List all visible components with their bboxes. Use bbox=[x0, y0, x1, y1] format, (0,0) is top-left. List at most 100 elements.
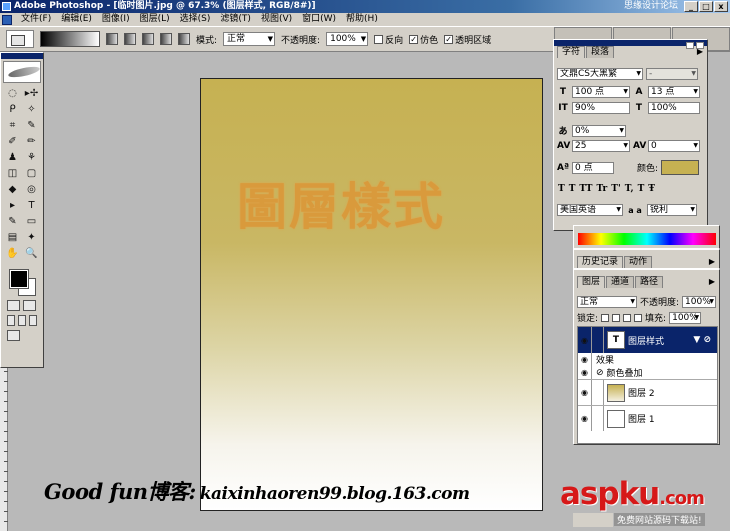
toolbox-title-bar[interactable] bbox=[1, 53, 43, 59]
layer-link-icon[interactable] bbox=[592, 380, 604, 405]
angle-gradient-button[interactable] bbox=[142, 33, 154, 45]
layer-row-1[interactable]: ◉ 图层 1 bbox=[578, 405, 717, 431]
tsume-field[interactable]: 0% bbox=[572, 124, 626, 137]
tool-preset-picker[interactable] bbox=[6, 30, 34, 48]
opacity-field[interactable]: 100% bbox=[326, 32, 369, 46]
transparency-checkbox[interactable]: ✓ 透明区域 bbox=[444, 33, 491, 46]
move-tool-icon[interactable]: ▸✢ bbox=[23, 86, 41, 101]
gradient-tool-icon[interactable]: ▢ bbox=[23, 166, 41, 181]
tab-layers[interactable]: 图层 bbox=[577, 276, 606, 288]
screen-mode-full-menu-button[interactable] bbox=[18, 315, 26, 326]
tab-paths[interactable]: 路径 bbox=[635, 276, 664, 288]
lock-image-icon[interactable] bbox=[612, 313, 621, 322]
shape-tool-icon[interactable]: ▭ bbox=[23, 214, 41, 229]
dodge-tool-icon[interactable]: ◎ bbox=[23, 182, 41, 197]
font-family-select[interactable]: 文鼎CS大黑繁 bbox=[557, 68, 643, 80]
panel-close-icon[interactable] bbox=[696, 42, 704, 49]
antialias-select[interactable]: 锐利 bbox=[647, 204, 697, 216]
tab-paragraph[interactable]: 段落 bbox=[586, 46, 615, 58]
tab-channels[interactable]: 通道 bbox=[606, 276, 635, 288]
menu-file[interactable]: 文件(F) bbox=[16, 13, 56, 26]
layer-row-2[interactable]: ◉ 图层 2 bbox=[578, 379, 717, 405]
font-style-select[interactable]: - bbox=[646, 68, 698, 80]
eye-icon[interactable]: ◉ bbox=[578, 380, 592, 405]
faux-italic-button[interactable]: T bbox=[569, 184, 576, 194]
color-spectrum[interactable] bbox=[578, 233, 716, 245]
eyedropper-tool-icon[interactable]: ✦ bbox=[23, 230, 41, 245]
menu-select[interactable]: 选择(S) bbox=[175, 13, 216, 26]
layer-row-text[interactable]: ◉ T 图层样式 ▼ ⊘ bbox=[578, 327, 717, 353]
history-brush-tool-icon[interactable]: ⚘ bbox=[23, 150, 41, 165]
document-canvas[interactable]: 圖層樣式 bbox=[200, 78, 543, 511]
jump-to-imageready-button[interactable] bbox=[7, 330, 20, 341]
foreground-color-swatch[interactable] bbox=[9, 269, 29, 289]
reflected-gradient-button[interactable] bbox=[160, 33, 172, 45]
tab-history[interactable]: 历史记录 bbox=[577, 256, 624, 268]
layer-link-icon[interactable] bbox=[592, 406, 604, 431]
blend-mode-select[interactable]: 正常 bbox=[577, 295, 637, 308]
eye-icon[interactable]: ◉ bbox=[578, 353, 592, 366]
layer-opacity-field[interactable]: 100% bbox=[682, 295, 717, 308]
text-color-swatch[interactable] bbox=[661, 160, 700, 175]
kerning-field[interactable]: 0 bbox=[648, 140, 700, 152]
healing-brush-tool-icon[interactable]: ✐ bbox=[4, 134, 22, 149]
standard-mode-button[interactable] bbox=[7, 300, 20, 311]
lock-position-icon[interactable] bbox=[623, 313, 632, 322]
menu-layer[interactable]: 图层(L) bbox=[135, 13, 175, 26]
eraser-tool-icon[interactable]: ◫ bbox=[4, 166, 22, 181]
strikethrough-button[interactable]: Ŧ bbox=[648, 184, 655, 194]
minimize-button[interactable]: _ bbox=[684, 1, 698, 12]
superscript-button[interactable]: T' bbox=[611, 184, 620, 194]
reverse-checkbox[interactable]: 反向 bbox=[374, 33, 403, 46]
eye-icon[interactable]: ◉ bbox=[578, 406, 592, 431]
language-select[interactable]: 美国英语 bbox=[557, 204, 623, 216]
magic-wand-tool-icon[interactable]: ✧ bbox=[23, 102, 41, 117]
font-size-field[interactable]: 100 点 bbox=[572, 86, 630, 98]
dither-checkbox[interactable]: ✓ 仿色 bbox=[409, 33, 438, 46]
radial-gradient-button[interactable] bbox=[124, 33, 136, 45]
fill-field[interactable]: 100% bbox=[669, 311, 702, 324]
horizontal-scale-field[interactable]: 100% bbox=[648, 102, 700, 114]
path-selection-tool-icon[interactable]: ▸ bbox=[4, 198, 22, 213]
layer-brush-icon[interactable] bbox=[592, 327, 604, 353]
tab-actions[interactable]: 动作 bbox=[624, 256, 653, 268]
effect-row-color-overlay[interactable]: ◉ ⊘ 颜色叠加 bbox=[578, 366, 717, 379]
linear-gradient-button[interactable] bbox=[106, 33, 118, 45]
mode-select[interactable]: 正常 bbox=[223, 32, 276, 46]
slice-tool-icon[interactable]: ✎ bbox=[23, 118, 41, 133]
diamond-gradient-button[interactable] bbox=[178, 33, 190, 45]
faux-bold-button[interactable]: T bbox=[558, 184, 565, 194]
eye-icon[interactable]: ◉ bbox=[578, 366, 592, 379]
layers-menu-arrow-icon[interactable]: ▶ bbox=[709, 276, 715, 288]
menu-view[interactable]: 视图(V) bbox=[256, 13, 297, 26]
maximize-button[interactable]: □ bbox=[699, 1, 713, 12]
menu-help[interactable]: 帮助(H) bbox=[341, 13, 383, 26]
vertical-scale-field[interactable]: 90% bbox=[572, 102, 630, 114]
all-caps-button[interactable]: TT bbox=[579, 184, 592, 194]
feather-logo-icon[interactable] bbox=[3, 61, 41, 83]
subscript-button[interactable]: T, bbox=[625, 184, 634, 194]
hand-tool-icon[interactable]: ✋ bbox=[4, 246, 22, 261]
brush-tool-icon[interactable]: ✏ bbox=[23, 134, 41, 149]
baseline-shift-field[interactable]: 0 点 bbox=[572, 161, 614, 174]
eye-icon[interactable]: ◉ bbox=[578, 327, 592, 353]
menu-filter[interactable]: 滤镜(T) bbox=[215, 13, 256, 26]
tab-character[interactable]: 字符 bbox=[557, 46, 586, 58]
panel-minimize-icon[interactable] bbox=[686, 42, 694, 49]
lasso-tool-icon[interactable]: ᑭ bbox=[4, 102, 22, 117]
quick-mask-mode-button[interactable] bbox=[23, 300, 36, 311]
underline-button[interactable]: T bbox=[638, 184, 645, 194]
pen-tool-icon[interactable]: ✎ bbox=[4, 214, 22, 229]
blur-tool-icon[interactable]: ◆ bbox=[4, 182, 22, 197]
effects-row[interactable]: ◉ 效果 bbox=[578, 353, 717, 366]
notes-tool-icon[interactable]: ▤ bbox=[4, 230, 22, 245]
gradient-picker[interactable] bbox=[40, 31, 100, 47]
zoom-tool-icon[interactable]: 🔍 bbox=[23, 246, 41, 261]
crop-tool-icon[interactable]: ⌗ bbox=[4, 118, 22, 133]
menu-edit[interactable]: 编辑(E) bbox=[56, 13, 97, 26]
lock-all-icon[interactable] bbox=[634, 313, 643, 322]
tracking-field[interactable]: 25 bbox=[572, 140, 630, 152]
lock-transparency-icon[interactable] bbox=[601, 313, 610, 322]
leading-field[interactable]: 13 点 bbox=[648, 86, 700, 98]
menu-window[interactable]: 窗口(W) bbox=[297, 13, 341, 26]
